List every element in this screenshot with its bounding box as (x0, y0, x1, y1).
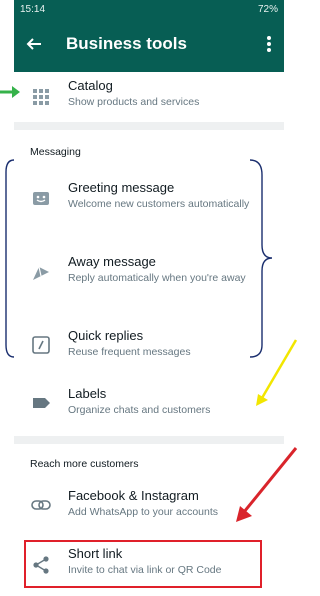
left-bracket (5, 159, 15, 358)
section-reach: Reach more customers (30, 458, 139, 470)
quick-reply-icon (32, 336, 50, 354)
quick-replies-title: Quick replies (68, 328, 144, 343)
labels-title: Labels (68, 386, 107, 401)
away-title: Away message (68, 254, 156, 269)
link-icon (31, 500, 51, 510)
divider (14, 436, 284, 444)
more-vert-icon[interactable] (262, 34, 276, 54)
facebook-instagram-subtitle: Add WhatsApp to your accounts (68, 506, 218, 518)
back-arrow-icon[interactable] (24, 34, 44, 54)
facebook-instagram-item[interactable]: Facebook & Instagram Add WhatsApp to you… (14, 482, 284, 532)
quick-replies-item[interactable]: Quick replies Reuse frequent messages (14, 322, 284, 372)
away-icon (33, 266, 49, 280)
greeting-subtitle: Welcome new customers automatically (68, 198, 250, 210)
catalog-title: Catalog (68, 78, 113, 93)
status-time: 15:14 (20, 4, 46, 15)
greeting-message-item[interactable]: Greeting message Welcome new customers a… (14, 174, 284, 230)
divider (14, 122, 284, 130)
business-tools-list: Catalog Show products and services Messa… (14, 72, 284, 596)
greeting-icon (33, 192, 49, 205)
grid-icon (33, 89, 49, 105)
section-messaging: Messaging (30, 146, 81, 158)
away-message-item[interactable]: Away message Reply automatically when yo… (14, 248, 284, 304)
catalog-item[interactable]: Catalog Show products and services (14, 76, 284, 118)
labels-subtitle: Organize chats and customers (68, 404, 211, 416)
app-bar: Business tools (14, 20, 284, 72)
phone-screen: 15:14 72% Business tools Catalog Show pr… (14, 0, 284, 596)
label-icon (33, 398, 50, 408)
away-subtitle: Reply automatically when you're away (68, 272, 246, 284)
status-battery: 72% (257, 4, 278, 15)
labels-item[interactable]: Labels Organize chats and customers (14, 380, 284, 430)
facebook-instagram-title: Facebook & Instagram (68, 488, 199, 503)
status-bar: 15:14 72% (14, 0, 284, 20)
catalog-subtitle: Show products and services (68, 96, 200, 108)
page-title: Business tools (66, 34, 187, 53)
short-link-highlight-box (24, 540, 262, 588)
quick-replies-subtitle: Reuse frequent messages (68, 346, 191, 358)
greeting-title: Greeting message (68, 180, 175, 195)
